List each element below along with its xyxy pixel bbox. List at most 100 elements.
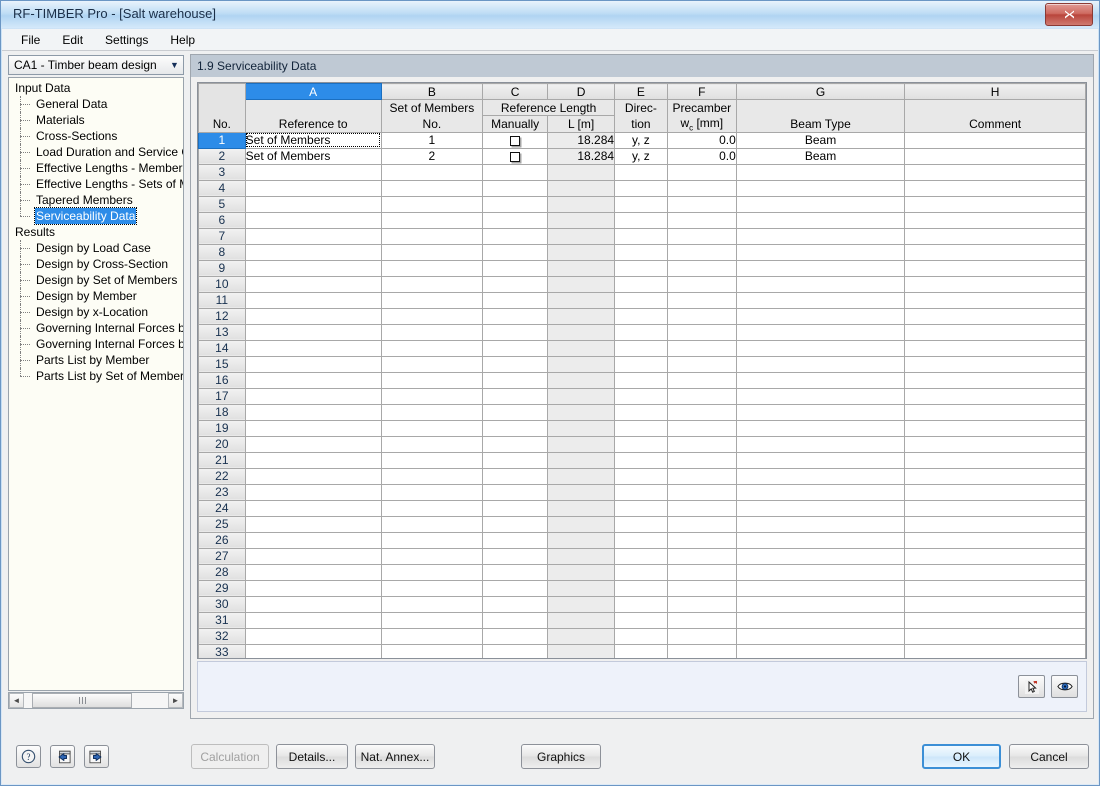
cell-e[interactable] [615,420,668,436]
column-header-c[interactable]: C [483,84,548,100]
cell-e[interactable] [615,180,668,196]
sidebar-item-load-duration-and-service-class[interactable]: Load Duration and Service Class [9,144,183,160]
cell-a[interactable] [245,308,381,324]
table-row[interactable]: 29 [199,580,1086,596]
cell-a[interactable] [245,596,381,612]
cell-a[interactable] [245,580,381,596]
cell-g[interactable] [736,628,904,644]
cell-g[interactable] [736,324,904,340]
cell-d[interactable] [548,500,615,516]
cell-d[interactable] [548,388,615,404]
cell-d[interactable] [548,404,615,420]
cell-e[interactable] [615,404,668,420]
cell-a[interactable] [245,196,381,212]
cell-b[interactable] [381,580,482,596]
cell-c[interactable] [483,532,548,548]
row-number-cell[interactable]: 20 [199,436,246,452]
scrollbar-track[interactable] [24,693,168,708]
table-row[interactable]: 4 [199,180,1086,196]
table-row[interactable]: 1Set of Members118.284y, z0.0Beam [199,132,1086,148]
cell-c[interactable] [483,452,548,468]
cell-a[interactable] [245,180,381,196]
cell-a[interactable] [245,244,381,260]
row-number-cell[interactable]: 30 [199,596,246,612]
cell-f[interactable] [667,548,736,564]
cell-c[interactable] [483,196,548,212]
cell-d[interactable] [548,596,615,612]
cell-b[interactable] [381,564,482,580]
row-number-cell[interactable]: 17 [199,388,246,404]
cell-d[interactable] [548,196,615,212]
row-number-cell[interactable]: 29 [199,580,246,596]
cell-d[interactable]: 18.284 [548,132,615,148]
cell-c[interactable] [483,180,548,196]
cell-h[interactable] [905,308,1086,324]
cell-f[interactable] [667,516,736,532]
cell-b[interactable] [381,516,482,532]
column-header-a[interactable]: A [245,84,381,100]
cell-c[interactable] [483,356,548,372]
cell-c[interactable] [483,580,548,596]
cell-d[interactable] [548,612,615,628]
table-row[interactable]: 9 [199,260,1086,276]
calculation-button[interactable]: Calculation [191,744,269,769]
sidebar-item-effective-lengths-sets-of-members[interactable]: Effective Lengths - Sets of Members [9,176,183,192]
cell-b[interactable] [381,548,482,564]
cell-a[interactable] [245,260,381,276]
table-row[interactable]: 20 [199,436,1086,452]
cell-b[interactable] [381,292,482,308]
cell-e[interactable] [615,516,668,532]
cell-b[interactable] [381,420,482,436]
cell-b[interactable] [381,404,482,420]
cell-b[interactable] [381,212,482,228]
cell-f[interactable] [667,596,736,612]
cell-e[interactable] [615,196,668,212]
cell-b[interactable] [381,484,482,500]
cell-e[interactable] [615,292,668,308]
cell-a[interactable]: Set of Members [245,148,381,164]
cell-c[interactable] [483,244,548,260]
cell-c[interactable] [483,372,548,388]
sidebar-item-parts-list-by-member[interactable]: Parts List by Member [9,352,183,368]
cell-f[interactable] [667,180,736,196]
cell-a[interactable] [245,500,381,516]
cell-a[interactable] [245,612,381,628]
cell-g[interactable] [736,228,904,244]
cell-e[interactable] [615,356,668,372]
cell-c[interactable] [483,132,548,148]
details-button[interactable]: Details... [276,744,348,769]
cell-g[interactable] [736,244,904,260]
ok-button[interactable]: OK [922,744,1001,769]
cell-f[interactable] [667,532,736,548]
cell-d[interactable] [548,436,615,452]
row-number-cell[interactable]: 19 [199,420,246,436]
cell-c[interactable] [483,340,548,356]
close-button[interactable] [1045,3,1093,26]
table-row[interactable]: 15 [199,356,1086,372]
cell-h[interactable] [905,404,1086,420]
column-header-b[interactable]: B [381,84,482,100]
cell-a[interactable] [245,516,381,532]
table-row[interactable]: 17 [199,388,1086,404]
cell-h[interactable] [905,372,1086,388]
cell-g[interactable] [736,308,904,324]
cell-d[interactable] [548,452,615,468]
row-number-cell[interactable]: 12 [199,308,246,324]
table-row[interactable]: 8 [199,244,1086,260]
row-number-cell[interactable]: 32 [199,628,246,644]
menu-item-settings[interactable]: Settings [94,31,159,49]
pick-button[interactable] [1018,675,1045,698]
cell-d[interactable] [548,244,615,260]
cell-a[interactable] [245,372,381,388]
cell-d[interactable] [548,628,615,644]
cell-h[interactable] [905,500,1086,516]
cell-g[interactable] [736,276,904,292]
cell-e[interactable] [615,324,668,340]
cell-c[interactable] [483,644,548,659]
cell-c[interactable] [483,500,548,516]
table-row[interactable]: 28 [199,564,1086,580]
cell-h[interactable] [905,612,1086,628]
cell-e[interactable] [615,372,668,388]
cell-h[interactable] [905,276,1086,292]
cell-g[interactable] [736,164,904,180]
